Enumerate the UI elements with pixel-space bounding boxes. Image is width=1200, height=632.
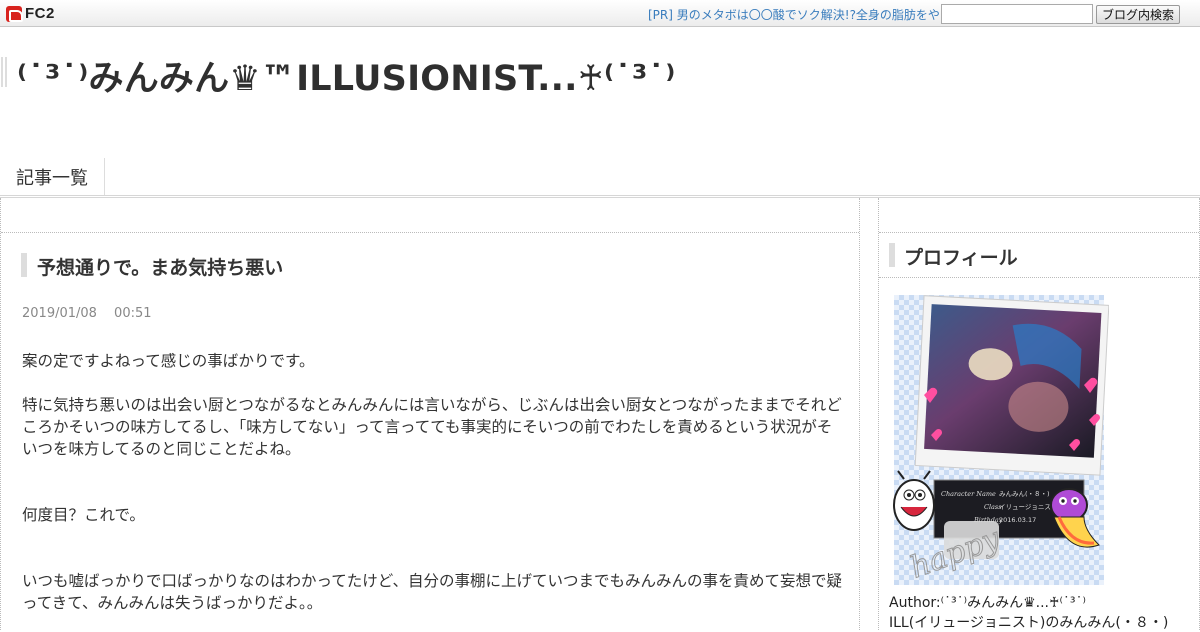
profile-description: ILL(イリュージョニスト)のみんみん(・８・) [889, 615, 1169, 631]
title-accent-bar [1, 57, 7, 87]
fc2-logo[interactable]: FC2 [6, 4, 55, 23]
fc2-logo-text: FC2 [25, 5, 55, 22]
entry-title-accent [21, 253, 27, 277]
profile-title-accent [889, 243, 895, 267]
sidebar-spacer [879, 198, 1199, 233]
entry-paragraph: 特に気持ち悪いのは出会い厨とつながるなとみんみんには言いながら、じぶんは出会い厨… [22, 396, 842, 458]
profile-caption-name-value: みんみん(・８・) [999, 490, 1050, 498]
main-nav: 記事一覧 [0, 158, 1200, 198]
profile-plugin-header: プロフィール [879, 233, 1199, 278]
profile-caption-class-value: イリュージョニスト [999, 503, 1057, 511]
fc2-header-bar: FC2 [PR] 男のメタボは〇〇酸でソク解決!?全身の脂肪をや ブログ内検索 [0, 0, 1200, 27]
fc2-logo-icon [6, 5, 23, 22]
sidebar: プロフィール Character Name みんみん(・８・) Class イリ… [878, 198, 1200, 631]
blog-search-input[interactable] [941, 4, 1093, 24]
entry-body: 案の定ですよねって感じの事ばかりです。 特に気持ち悪いのは出会い厨とつながるなと… [22, 350, 844, 614]
profile-caption-birthday-value: 2016.03.17 [999, 516, 1036, 524]
main-column: 予想通りで。まあ気持ち悪い 2019/01/08 00:51 案の定ですよねって… [0, 198, 860, 630]
blog-title[interactable]: ⁽˙³˙⁾みんみん♛™ILLUSIONIST...♰⁽˙³˙⁾ [17, 50, 676, 101]
profile-caption-name-label: Character Name [941, 490, 996, 498]
entry-paragraph: 案の定ですよねって感じの事ばかりです。 [22, 352, 315, 370]
pr-ad-link[interactable]: [PR] 男のメタボは〇〇酸でソク解決!?全身の脂肪をや [648, 6, 940, 23]
entry-title[interactable]: 予想通りで。まあ気持ち悪い [37, 253, 283, 280]
profile-author[interactable]: Author:⁽˙³˙⁾みんみん♛...♰⁽˙³˙⁾ [889, 592, 1086, 612]
entry-paragraph: いつも嘘ばっかりで口ばっかりなのはわかってたけど、自分の事棚に上げていつまでもみ… [22, 572, 842, 612]
main-column-spacer [1, 198, 859, 233]
entry-date: 2019/01/08 00:51 [22, 306, 152, 321]
profile-image: Character Name みんみん(・８・) Class イリュージョニスト… [893, 295, 1109, 585]
entry-paragraph: 何度目？これで。 [22, 506, 145, 524]
profile-title: プロフィール [904, 247, 1018, 269]
blog-search-button[interactable]: ブログ内検索 [1096, 5, 1180, 24]
nav-item-article-list[interactable]: 記事一覧 [0, 158, 105, 195]
